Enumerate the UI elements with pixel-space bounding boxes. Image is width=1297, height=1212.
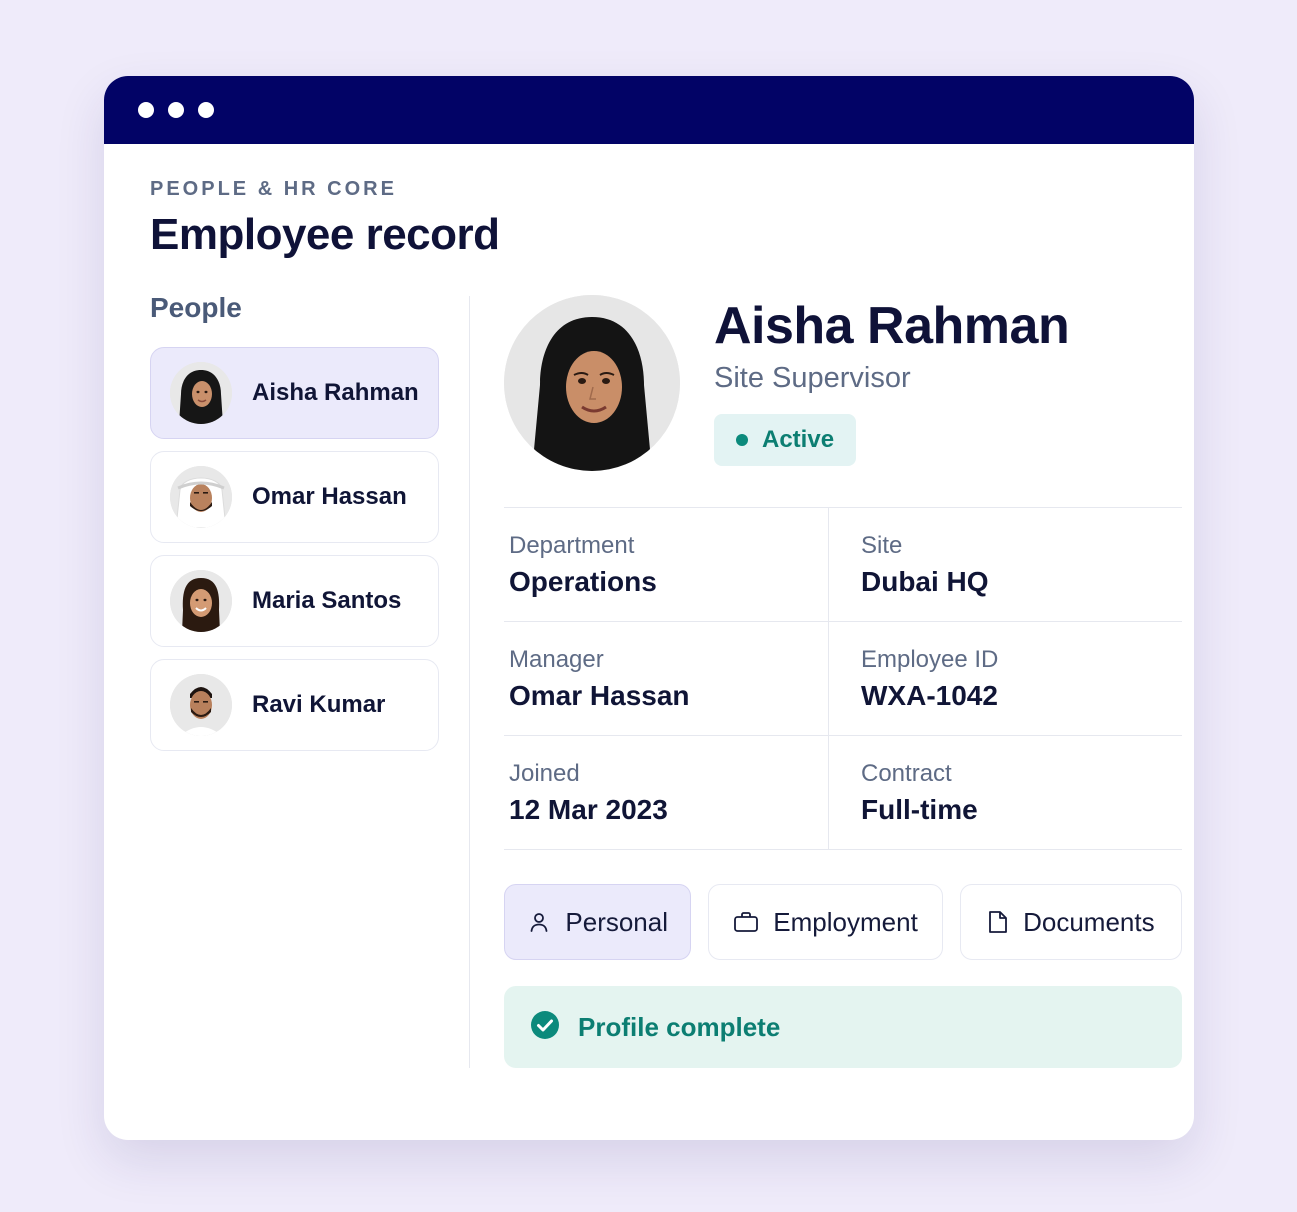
tab-label: Personal — [565, 906, 669, 937]
person-name: Aisha Rahman — [252, 379, 419, 406]
status-text: Active — [762, 426, 835, 453]
tab-documents[interactable]: Documents — [959, 884, 1182, 960]
avatar-omar-hassan — [170, 466, 232, 528]
detail-label: Contract — [861, 760, 952, 787]
profile-photo — [504, 295, 680, 471]
check-circle-icon — [530, 1010, 560, 1045]
profile-role: Site Supervisor — [714, 362, 911, 394]
person-name: Ravi Kumar — [252, 691, 386, 718]
window-control-dot-3[interactable] — [198, 102, 214, 118]
people-heading: People — [150, 292, 242, 323]
details-row: Department Operations Site Dubai HQ — [504, 508, 1182, 622]
person-item-omar-hassan[interactable]: Omar Hassan — [150, 451, 439, 543]
tab-label: Documents — [1023, 906, 1155, 937]
tab-employment[interactable]: Employment — [708, 884, 943, 960]
status-badge: Active — [714, 414, 857, 466]
detail-manager: Manager Omar Hassan — [504, 622, 829, 735]
tab-personal[interactable]: Personal — [504, 884, 692, 960]
detail-value: Dubai HQ — [861, 566, 989, 597]
detail-site: Site Dubai HQ — [829, 508, 989, 621]
column-divider — [469, 296, 470, 1068]
avatar-ravi-kumar — [170, 674, 232, 736]
person-name: Omar Hassan — [252, 483, 407, 510]
details-grid: Department Operations Site Dubai HQ Mana… — [504, 507, 1182, 850]
window-control-dot-1[interactable] — [138, 102, 154, 118]
detail-value: WXA-1042 — [861, 680, 998, 711]
detail-label: Site — [861, 532, 903, 559]
detail-value: Omar Hassan — [509, 680, 690, 711]
tab-label: Employment — [773, 906, 918, 937]
status-dot-icon — [736, 434, 748, 446]
profile-name: Aisha Rahman — [714, 297, 1070, 355]
person-item-ravi-kumar[interactable]: Ravi Kumar — [150, 659, 439, 751]
record-tabs: Personal Employment Documents — [504, 884, 1182, 960]
detail-label: Manager — [509, 646, 604, 673]
detail-contract: Contract Full-time — [829, 736, 978, 849]
avatar-maria-santos — [170, 570, 232, 632]
profile-complete-banner: Profile complete — [504, 986, 1182, 1068]
banner-text: Profile complete — [578, 1011, 781, 1042]
detail-label: Joined — [509, 760, 580, 787]
window-control-dot-2[interactable] — [168, 102, 184, 118]
detail-label: Department — [509, 532, 635, 559]
document-icon — [987, 909, 1009, 935]
person-item-maria-santos[interactable]: Maria Santos — [150, 555, 439, 647]
detail-value: 12 Mar 2023 — [509, 794, 668, 825]
detail-joined: Joined 12 Mar 2023 — [504, 736, 829, 849]
detail-employee-id: Employee ID WXA-1042 — [829, 622, 998, 735]
page-title: Employee record — [150, 210, 500, 259]
details-row: Joined 12 Mar 2023 Contract Full-time — [504, 736, 1182, 850]
app-window: PEOPLE & HR CORE Employee record People … — [104, 76, 1194, 1140]
details-row: Manager Omar Hassan Employee ID WXA-1042 — [504, 622, 1182, 736]
detail-label: Employee ID — [861, 646, 999, 673]
people-list: Aisha Rahman Omar Hassan Maria Santos Ra… — [150, 347, 439, 763]
detail-value: Full-time — [861, 794, 978, 825]
person-item-aisha-rahman[interactable]: Aisha Rahman — [150, 347, 439, 439]
detail-department: Department Operations — [504, 508, 829, 621]
person-name: Maria Santos — [252, 587, 402, 614]
person-icon — [527, 910, 551, 934]
window-titlebar — [104, 76, 1194, 144]
section-kicker: PEOPLE & HR CORE — [150, 178, 397, 200]
detail-value: Operations — [509, 566, 657, 597]
briefcase-icon — [733, 910, 759, 934]
avatar-aisha-rahman — [170, 362, 232, 424]
